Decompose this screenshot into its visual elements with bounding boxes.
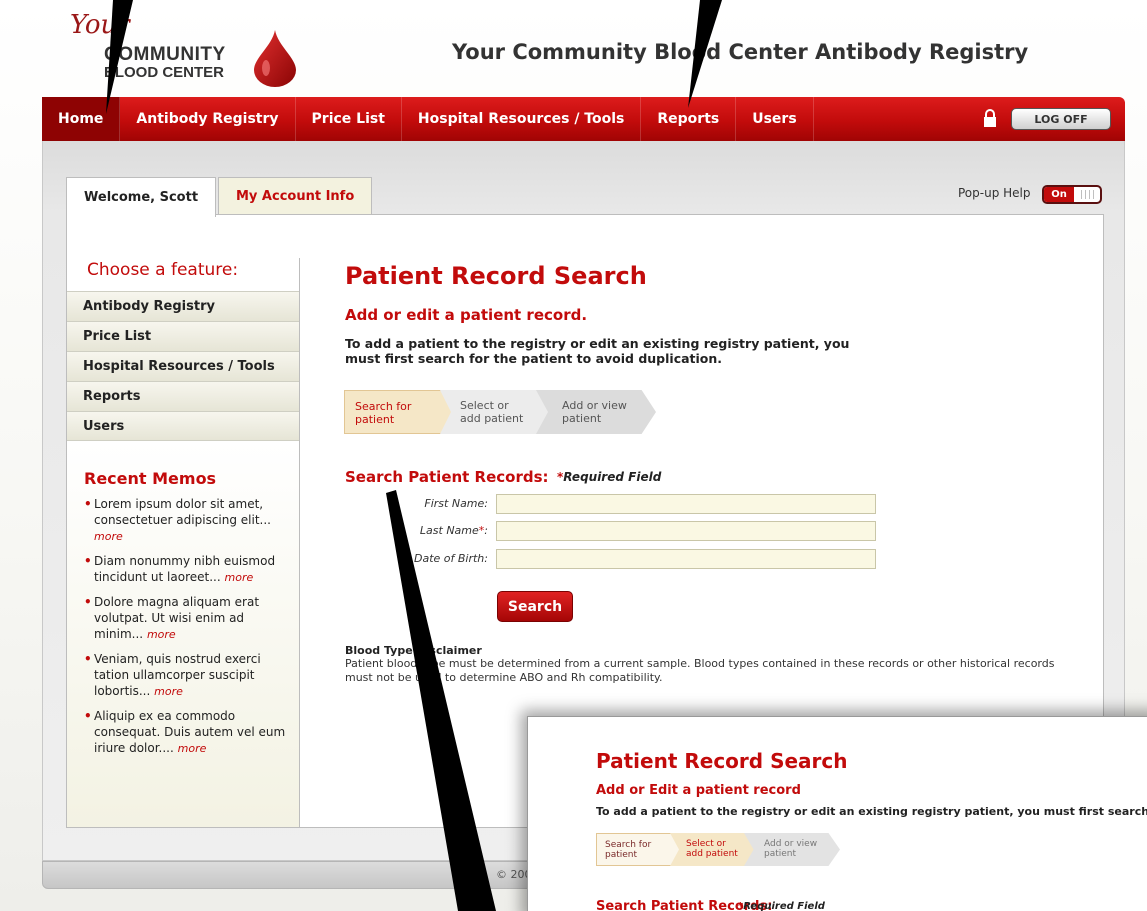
sidebar-heading: Choose a feature: <box>87 260 239 280</box>
zoom-step-add-or-view-patient: Add or view patient <box>744 833 840 866</box>
zoom-step-label: Select or <box>686 839 726 849</box>
zoom-step-label: Add or view <box>764 839 818 849</box>
required-field-note: *Required Field <box>557 470 661 484</box>
memo-item: Diam nonummy nibh euismod tincidunt ut l… <box>84 553 292 586</box>
blood-drop-icon <box>254 30 296 87</box>
memo-more-link[interactable]: more <box>225 571 254 584</box>
step-select-or-add-patient: Select or add patient <box>440 390 550 434</box>
required-note-text: Required Field <box>563 470 662 484</box>
zoom-page-title: Patient Record Search <box>596 749 848 773</box>
date-of-birth-label: Date of Birth: <box>413 552 488 565</box>
step-search-for-patient: Search for patient <box>344 390 454 434</box>
zoom-callout: Patient Record Search Add or Edit a pati… <box>527 716 1147 911</box>
step-label: Select or <box>460 399 509 412</box>
memo-text: Dolore magna aliquam erat volutpat. Ut w… <box>94 595 260 641</box>
toggle-state: On <box>1044 187 1074 202</box>
memo-list: Lorem ipsum dolor sit amet, consectetuer… <box>84 496 292 765</box>
popup-help-toggle[interactable]: On |||| <box>1042 185 1102 204</box>
lock-icon <box>984 109 996 127</box>
first-name-label: First Name: <box>424 497 488 510</box>
popup-help-label: Pop-up Help <box>958 186 1031 200</box>
search-button[interactable]: Search <box>497 591 573 622</box>
memo-more-link[interactable]: more <box>178 742 207 755</box>
feature-list: Antibody Registry Price List Hospital Re… <box>67 291 299 441</box>
page: Your COMMUNITY BLOOD CENTER Your Communi… <box>0 0 1147 911</box>
zoom-page-subtitle: Add or Edit a patient record <box>596 783 801 798</box>
memos-heading: Recent Memos <box>84 469 217 488</box>
step-label: Add or view <box>562 399 627 412</box>
zoom-required-note: *Required Field <box>738 901 825 911</box>
step-label: add patient <box>460 412 524 425</box>
zoom-required-note-text: Required Field <box>743 901 825 911</box>
first-name-input[interactable] <box>496 494 876 514</box>
step-label: Search for <box>355 400 412 413</box>
feature-price-list[interactable]: Price List <box>67 321 299 351</box>
required-star: * <box>478 524 485 537</box>
feature-reports[interactable]: Reports <box>67 381 299 411</box>
main-nav: Home Antibody Registry Price List Hospit… <box>42 97 1125 153</box>
logo-your-text: Your <box>70 10 130 40</box>
feature-antibody-registry[interactable]: Antibody Registry <box>67 291 299 321</box>
sidebar: Choose a feature: Antibody Registry Pric… <box>67 258 300 827</box>
toggle-grip-icon: |||| <box>1080 190 1097 200</box>
zoom-instructions-text: To add a patient to the registry or edit… <box>596 805 1147 818</box>
step-add-or-view-patient: Add or view patient <box>536 390 656 434</box>
date-of-birth-input[interactable] <box>496 549 876 569</box>
zoom-step-label: Search for <box>605 840 652 850</box>
nav-antibody-registry[interactable]: Antibody Registry <box>120 97 296 141</box>
step-label: patient <box>355 413 395 426</box>
nav-reports[interactable]: Reports <box>641 97 737 141</box>
zoom-step-select-or-add-patient: Select or add patient <box>670 833 760 866</box>
zoom-step-search-for-patient: Search for patient <box>596 833 686 866</box>
zoom-step-label: patient <box>605 850 638 860</box>
logo-blood-center-text: BLOOD CENTER <box>104 64 224 81</box>
tab-welcome[interactable]: Welcome, Scott <box>66 177 217 217</box>
memo-item: Lorem ipsum dolor sit amet, consectetuer… <box>84 496 292 545</box>
site-title: Your Community Blood Center Antibody Reg… <box>452 40 1029 64</box>
memo-item: Veniam, quis nostrud exerci tation ullam… <box>84 651 292 700</box>
memo-item: Dolore magna aliquam erat volutpat. Ut w… <box>84 594 292 643</box>
last-name-label-text: Last Name <box>419 524 479 537</box>
tab-my-account-info[interactable]: My Account Info <box>218 177 373 215</box>
memo-item: Aliquip ex ea commodo consequat. Duis au… <box>84 708 292 757</box>
step-label: patient <box>562 412 602 425</box>
page-subtitle: Add or edit a patient record. <box>345 306 588 324</box>
page-title: Patient Record Search <box>345 262 647 290</box>
feature-users[interactable]: Users <box>67 411 299 441</box>
zoom-step-label: add patient <box>686 849 738 859</box>
site-logo[interactable]: Your COMMUNITY BLOOD CENTER <box>62 8 322 88</box>
memo-text: Lorem ipsum dolor sit amet, consectetuer… <box>94 497 271 527</box>
memo-more-link[interactable]: more <box>147 628 176 641</box>
last-name-input[interactable] <box>496 521 876 541</box>
nav-users[interactable]: Users <box>736 97 814 141</box>
search-heading: Search Patient Records: <box>345 468 549 486</box>
nav-hospital-resources[interactable]: Hospital Resources / Tools <box>402 97 642 141</box>
last-name-label: Last Name*: <box>419 524 488 537</box>
instructions-text: To add a patient to the registry or edit… <box>345 336 850 366</box>
memo-more-link[interactable]: more <box>94 530 123 543</box>
memo-more-link[interactable]: more <box>154 685 183 698</box>
disclaimer-title: Blood Type Disclaimer <box>345 644 482 657</box>
feature-hospital-resources[interactable]: Hospital Resources / Tools <box>67 351 299 381</box>
logo-community-text: COMMUNITY <box>104 44 226 65</box>
zoom-step-label: patient <box>764 849 797 859</box>
nav-price-list[interactable]: Price List <box>296 97 402 141</box>
nav-home[interactable]: Home <box>42 97 121 153</box>
logoff-button[interactable]: LOG OFF <box>1011 108 1111 130</box>
disclaimer-text: Patient blood type must be determined fr… <box>345 657 1055 684</box>
